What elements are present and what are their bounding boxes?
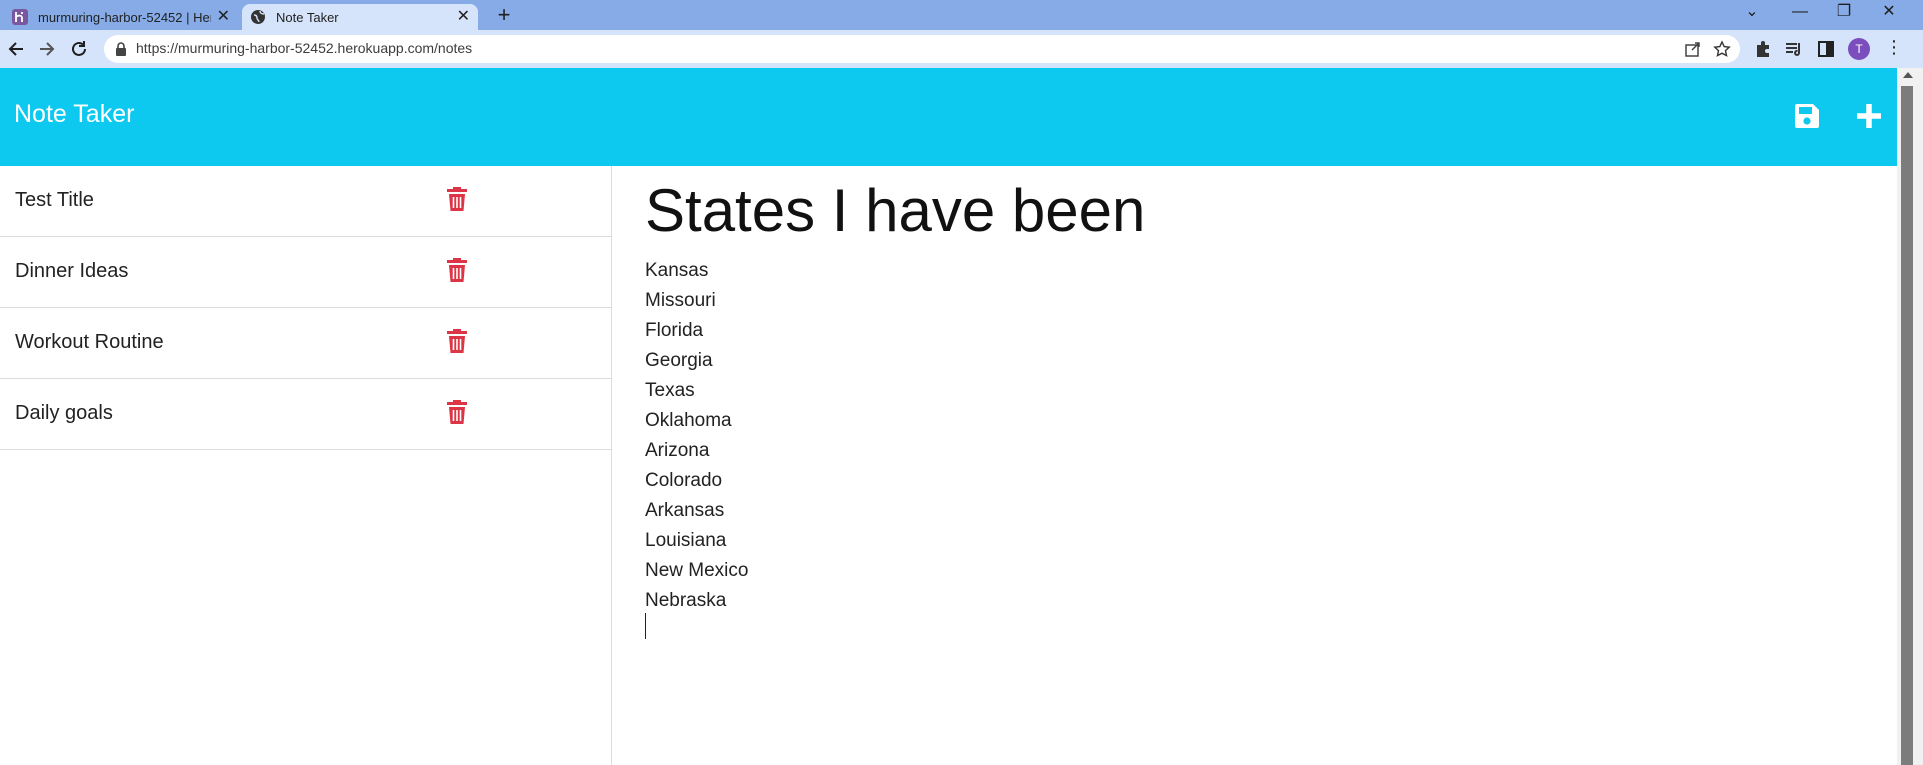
minimize-icon[interactable]: — bbox=[1785, 2, 1815, 22]
note-line: Oklahoma bbox=[645, 410, 732, 431]
note-line: Arkansas bbox=[645, 500, 725, 521]
star-bookmark-icon[interactable] bbox=[1713, 40, 1731, 58]
new-tab-button[interactable]: + bbox=[492, 4, 516, 28]
note-title-input[interactable]: States I have been bbox=[645, 176, 1145, 245]
list-item[interactable]: Dinner Ideas bbox=[0, 237, 611, 308]
extensions-icon[interactable] bbox=[1753, 39, 1773, 59]
lock-icon[interactable] bbox=[114, 41, 128, 57]
side-panel-icon[interactable] bbox=[1816, 39, 1836, 59]
list-item[interactable]: Daily goals bbox=[0, 379, 611, 450]
note-title[interactable]: Test Title bbox=[15, 189, 94, 212]
text-caret bbox=[645, 613, 646, 639]
scrollbar-thumb[interactable] bbox=[1901, 86, 1913, 765]
note-textarea[interactable]: Kansas Missouri Florida Georgia Texas Ok… bbox=[645, 256, 748, 616]
browser-toolbar: https://murmuring-harbor-52452.herokuapp… bbox=[0, 30, 1923, 68]
profile-avatar[interactable]: T bbox=[1848, 38, 1870, 60]
note-line: Kansas bbox=[645, 260, 709, 281]
tab-search-icon[interactable]: ⌄ bbox=[1737, 2, 1767, 22]
window-close-icon[interactable]: ✕ bbox=[1874, 2, 1904, 22]
note-line: Arizona bbox=[645, 440, 710, 461]
tab-title: Note Taker bbox=[276, 9, 339, 25]
browser-menu-icon[interactable]: ⋮ bbox=[1885, 37, 1903, 58]
list-item[interactable]: Test Title bbox=[0, 166, 611, 237]
app-title[interactable]: Note Taker bbox=[14, 100, 134, 129]
scroll-up-icon[interactable] bbox=[1903, 72, 1913, 78]
note-title[interactable]: Workout Routine bbox=[15, 331, 164, 354]
reload-icon[interactable] bbox=[68, 38, 90, 60]
note-line: Nebraska bbox=[645, 590, 727, 611]
page-scrollbar[interactable] bbox=[1897, 68, 1923, 765]
trash-icon[interactable] bbox=[447, 329, 467, 353]
browser-tab[interactable]: murmuring-harbor-52452 | Herol ✕ bbox=[4, 4, 238, 30]
list-item[interactable]: Workout Routine bbox=[0, 308, 611, 379]
note-title[interactable]: Dinner Ideas bbox=[15, 260, 128, 283]
note-line: Florida bbox=[645, 320, 704, 341]
heroku-icon bbox=[12, 9, 28, 25]
trash-icon[interactable] bbox=[447, 258, 467, 282]
new-note-icon[interactable] bbox=[1854, 101, 1884, 131]
globe-icon bbox=[251, 10, 265, 24]
tab-title: murmuring-harbor-52452 | Herol bbox=[38, 9, 211, 25]
url-text[interactable]: https://murmuring-harbor-52452.herokuapp… bbox=[136, 40, 472, 56]
note-title[interactable]: Daily goals bbox=[15, 402, 113, 425]
save-note-icon[interactable] bbox=[1792, 101, 1822, 131]
browser-tab-active[interactable]: Note Taker ✕ bbox=[242, 4, 478, 30]
note-line: Colorado bbox=[645, 470, 723, 491]
note-line: Louisiana bbox=[645, 530, 727, 551]
restore-icon[interactable]: ❐ bbox=[1829, 2, 1859, 22]
note-line: Georgia bbox=[645, 350, 713, 371]
close-tab-icon[interactable]: ✕ bbox=[457, 9, 470, 25]
share-icon[interactable] bbox=[1684, 40, 1702, 58]
note-list: Test Title Dinner Ideas Workout Routine … bbox=[0, 166, 612, 765]
address-bar[interactable]: https://murmuring-harbor-52452.herokuapp… bbox=[104, 35, 1740, 63]
close-tab-icon[interactable]: ✕ bbox=[217, 9, 230, 25]
media-control-icon[interactable] bbox=[1784, 39, 1804, 59]
forward-arrow-icon[interactable] bbox=[36, 38, 58, 60]
note-editor: States I have been Kansas Missouri Flori… bbox=[613, 166, 1897, 765]
trash-icon[interactable] bbox=[447, 187, 467, 211]
app-navbar: Note Taker bbox=[0, 68, 1897, 166]
note-line: Missouri bbox=[645, 290, 716, 311]
browser-tab-bar: murmuring-harbor-52452 | Herol ✕ Note Ta… bbox=[0, 0, 1923, 30]
trash-icon[interactable] bbox=[447, 400, 467, 424]
note-line: New Mexico bbox=[645, 560, 749, 581]
note-line: Texas bbox=[645, 380, 695, 401]
back-arrow-icon[interactable] bbox=[5, 38, 27, 60]
